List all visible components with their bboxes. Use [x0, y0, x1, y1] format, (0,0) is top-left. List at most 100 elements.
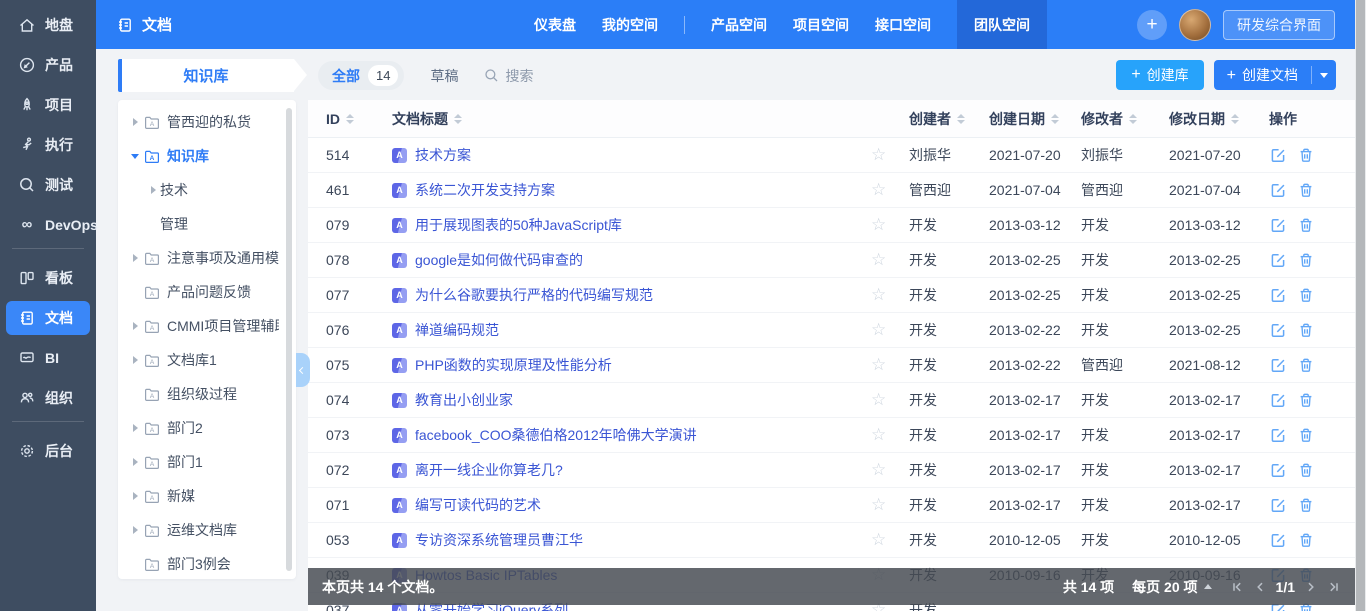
sidebar-item-devops[interactable]: ∞ DevOps — [6, 208, 90, 242]
caret-icon[interactable] — [128, 319, 142, 333]
per-page-select[interactable]: 每页 20 项 — [1132, 577, 1211, 597]
create-doc-dropdown[interactable] — [1312, 73, 1336, 78]
search-control[interactable]: 搜索 — [484, 66, 533, 86]
favorite-star-icon[interactable] — [871, 180, 886, 199]
tree-scrollbar[interactable] — [286, 108, 292, 571]
sidebar-item-doc[interactable]: 文档 — [6, 301, 90, 335]
quick-add-button[interactable]: + — [1137, 10, 1167, 40]
col-header-id[interactable]: ID — [308, 111, 392, 127]
next-page-button[interactable] — [1304, 580, 1318, 594]
favorite-star-icon[interactable] — [871, 320, 886, 339]
delete-icon[interactable] — [1297, 391, 1315, 409]
delete-icon[interactable] — [1297, 531, 1315, 549]
doc-title-link[interactable]: 为什么谷歌要执行严格的代码编写规范 — [415, 285, 653, 305]
favorite-star-icon[interactable] — [871, 285, 886, 304]
tree-item[interactable]: A 运维文档库 — [118, 513, 296, 547]
doc-title-link[interactable]: PHP函数的实现原理及性能分析 — [415, 355, 612, 375]
favorite-star-icon[interactable] — [871, 530, 886, 549]
edit-icon[interactable] — [1269, 356, 1287, 374]
edit-icon[interactable] — [1269, 321, 1287, 339]
nav-api-space[interactable]: 接口空间 — [875, 0, 931, 49]
edit-icon[interactable] — [1269, 251, 1287, 269]
window-scrollbar[interactable] — [1355, 0, 1366, 611]
tree-item[interactable]: A 部门1 — [118, 445, 296, 479]
doc-title-link[interactable]: 教育出小创业家 — [415, 390, 513, 410]
favorite-star-icon[interactable] — [871, 250, 886, 269]
edit-icon[interactable] — [1269, 181, 1287, 199]
tree-item[interactable]: A 注意事项及通用模板 — [118, 241, 296, 275]
sidebar-item-kanban[interactable]: 看板 — [6, 261, 90, 295]
doc-title-link[interactable]: 禅道编码规范 — [415, 320, 499, 340]
delete-icon[interactable] — [1297, 181, 1315, 199]
user-avatar[interactable] — [1179, 9, 1211, 41]
library-banner[interactable]: 知识库 — [118, 59, 294, 92]
delete-icon[interactable] — [1297, 286, 1315, 304]
favorite-star-icon[interactable] — [871, 215, 886, 234]
caret-icon[interactable] — [128, 421, 142, 435]
edit-icon[interactable] — [1269, 426, 1287, 444]
prev-page-button[interactable] — [1253, 580, 1267, 594]
caret-icon[interactable] — [128, 115, 142, 129]
caret-icon[interactable] — [128, 489, 142, 503]
nav-product-space[interactable]: 产品空间 — [711, 0, 767, 49]
edit-icon[interactable] — [1269, 146, 1287, 164]
scrollbar-thumb[interactable] — [1356, 0, 1365, 611]
col-header-title[interactable]: 文档标题 — [392, 109, 871, 129]
doc-title-link[interactable]: 系统二次开发支持方案 — [415, 180, 555, 200]
tree-item[interactable]: A CMMI项目管理辅助 — [118, 309, 296, 343]
sidebar-item-execution[interactable]: 执行 — [6, 128, 90, 162]
edit-icon[interactable] — [1269, 216, 1287, 234]
sidebar-item-product[interactable]: 产品 — [6, 48, 90, 82]
col-header-created[interactable]: 创建日期 — [989, 109, 1081, 129]
caret-icon[interactable] — [128, 523, 142, 537]
favorite-star-icon[interactable] — [871, 495, 886, 514]
first-page-button[interactable] — [1230, 580, 1244, 594]
delete-icon[interactable] — [1297, 216, 1315, 234]
sidebar-item-dashboard[interactable]: 地盘 — [6, 8, 90, 42]
doc-title-link[interactable]: google是如何做代码审查的 — [415, 250, 583, 270]
delete-icon[interactable] — [1297, 426, 1315, 444]
col-header-edited[interactable]: 修改日期 — [1169, 109, 1269, 129]
tree-item[interactable]: A 文档库1 — [118, 343, 296, 377]
col-header-editor[interactable]: 修改者 — [1081, 109, 1169, 129]
caret-icon[interactable] — [128, 455, 142, 469]
sidebar-item-test[interactable]: 测试 — [6, 168, 90, 202]
delete-icon[interactable] — [1297, 146, 1315, 164]
caret-icon[interactable] — [128, 251, 142, 265]
sidebar-item-org[interactable]: 组织 — [6, 381, 90, 415]
tree-item[interactable]: A 组织级过程 — [118, 377, 296, 411]
delete-icon[interactable] — [1297, 321, 1315, 339]
tab-all[interactable]: 全部 14 — [318, 61, 404, 90]
favorite-star-icon[interactable] — [871, 460, 886, 479]
doc-title-link[interactable]: facebook_COO桑德伯格2012年哈佛大学演讲 — [415, 425, 697, 445]
nav-project-space[interactable]: 项目空间 — [793, 0, 849, 49]
tree-item[interactable]: A 部门3例会 — [118, 547, 296, 579]
tree-item[interactable]: A 管理 — [118, 207, 296, 241]
nav-dashboard[interactable]: 仪表盘 — [534, 0, 576, 49]
favorite-star-icon[interactable] — [871, 145, 886, 164]
tree-item[interactable]: A 知识库 — [118, 139, 296, 173]
tree-item[interactable]: A 产品问题反馈 — [118, 275, 296, 309]
caret-icon[interactable] — [146, 183, 160, 197]
col-header-creator[interactable]: 创建者 — [909, 109, 989, 129]
delete-icon[interactable] — [1297, 251, 1315, 269]
workspace-switch-button[interactable]: 研发综合界面 — [1223, 10, 1335, 40]
sidebar-item-admin[interactable]: 后台 — [6, 434, 90, 468]
favorite-star-icon[interactable] — [871, 425, 886, 444]
edit-icon[interactable] — [1269, 391, 1287, 409]
doc-title-link[interactable]: 离开一线企业你算老几? — [415, 460, 563, 480]
nav-my-space[interactable]: 我的空间 — [602, 0, 658, 49]
nav-team-space[interactable]: 团队空间 — [957, 0, 1047, 49]
doc-title-link[interactable]: 专访资深系统管理员曹江华 — [415, 530, 583, 550]
sidebar-item-bi[interactable]: BI — [6, 341, 90, 375]
favorite-star-icon[interactable] — [871, 390, 886, 409]
caret-icon[interactable] — [128, 353, 142, 367]
last-page-button[interactable] — [1327, 580, 1341, 594]
edit-icon[interactable] — [1269, 531, 1287, 549]
tree-item[interactable]: A 管西迎的私货 — [118, 105, 296, 139]
doc-title-link[interactable]: 技术方案 — [415, 145, 471, 165]
create-doc-button[interactable]: 创建文档 — [1214, 60, 1336, 90]
panel-collapse-handle[interactable] — [296, 353, 310, 387]
doc-title-link[interactable]: 用于展现图表的50种JavaScript库 — [415, 215, 622, 235]
tree-item[interactable]: A 技术 — [118, 173, 296, 207]
